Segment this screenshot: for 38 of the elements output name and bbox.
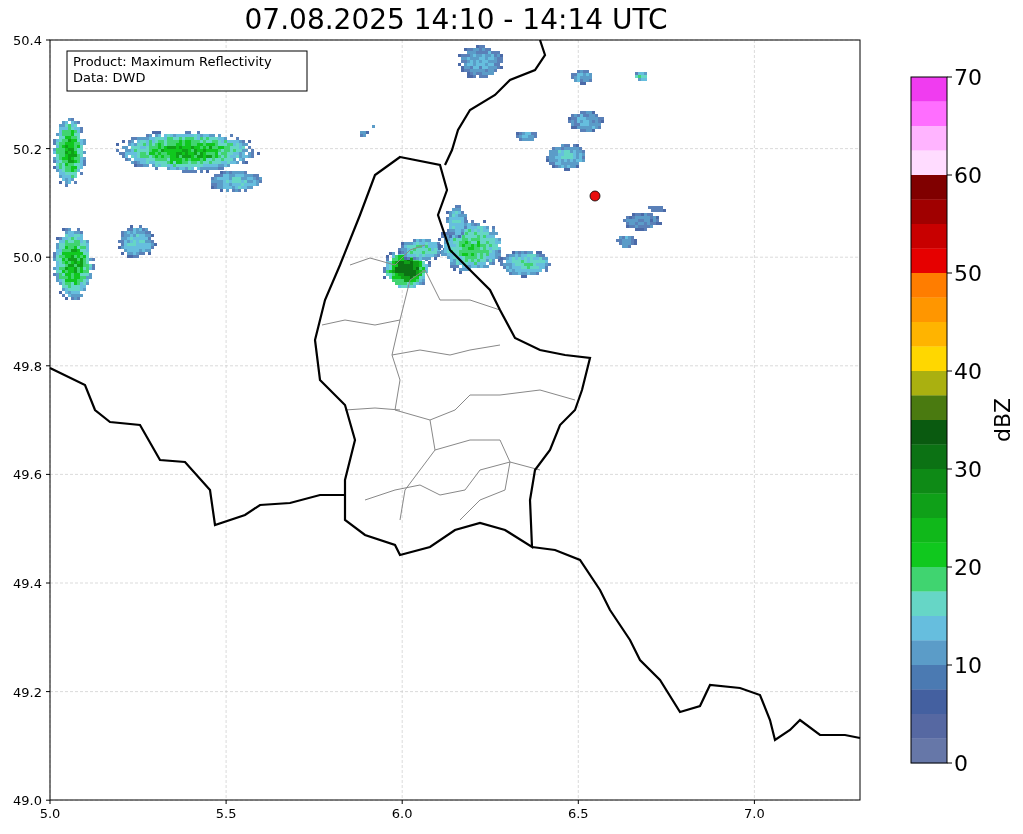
tick-label: 49.0 (13, 793, 42, 809)
radar-echo (458, 45, 503, 78)
tick-label: 49.6 (13, 467, 42, 483)
colorbar-tick-label: 50 (954, 261, 982, 286)
info-text: Data: DWD (73, 70, 146, 85)
colorbar-tick-label: 70 (954, 65, 982, 90)
tick-label: 6.5 (567, 806, 589, 821)
radar-echo (616, 236, 637, 248)
tick-label: 6.0 (391, 806, 413, 821)
tick-label: 7.0 (744, 806, 765, 821)
colorbar-tick-label: 30 (954, 457, 982, 482)
radar-echo (372, 125, 375, 128)
radar-echo (516, 132, 537, 141)
radar-echo (568, 111, 604, 132)
radar-echo (546, 144, 585, 171)
tick-label: 50.4 (13, 33, 42, 48)
location-marker (589, 190, 601, 202)
colorbar-tick-label: 0 (954, 751, 968, 776)
radar-echo (360, 131, 369, 137)
tick-label: 50.2 (13, 141, 42, 157)
radar-echo (53, 228, 95, 300)
colorbar-tick-label: 40 (954, 359, 982, 384)
tick-label: 5.0 (39, 806, 61, 821)
radar-echo (635, 72, 647, 81)
radar-echo (53, 118, 86, 187)
colorbar-tick-label: 20 (954, 555, 982, 580)
colorbar-tick-label: 60 (954, 163, 982, 188)
chart-title: 07.08.2025 14:10 - 14:14 UTC (243, 2, 669, 30)
tick-label: 49.2 (13, 684, 42, 700)
tick-label: 50.0 (13, 250, 42, 266)
colorbar-tick-label: 10 (954, 653, 982, 678)
tick-label: 5.5 (215, 806, 237, 821)
colorbar-label: dBZ (990, 397, 1015, 443)
info-text: Product: Maximum Reflectivity (73, 54, 272, 69)
radar-echo (571, 70, 592, 85)
radar-echo (118, 225, 157, 258)
tick-label: 49.4 (13, 576, 42, 591)
tick-label: 49.8 (13, 358, 42, 374)
